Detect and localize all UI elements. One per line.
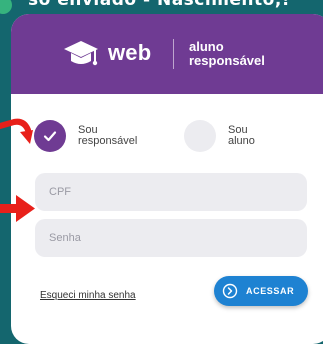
login-header: web aluno responsável: [11, 14, 323, 94]
cpf-input[interactable]: [35, 173, 307, 211]
forgot-password-link[interactable]: Esqueci minha senha: [40, 290, 136, 301]
radio-label-responsavel: Sou responsável: [78, 125, 158, 147]
senha-input[interactable]: [35, 219, 307, 257]
tutorial-caption: so enviado - Nascimento,!: [28, 0, 291, 10]
logo-subtitle-line1: aluno: [189, 39, 224, 54]
radio-circle-selected[interactable]: [34, 120, 66, 152]
graduation-cap-icon: [64, 41, 98, 66]
decorative-dot: [0, 0, 12, 14]
logo-subtitle-line2: responsável: [189, 53, 265, 68]
chevron-right-circle-icon: [222, 283, 238, 299]
radio-label-aluno: Sou aluno: [228, 125, 308, 147]
role-selector: Sou responsável Sou aluno: [34, 120, 314, 160]
radio-sou-aluno[interactable]: Sou aluno: [184, 120, 308, 152]
logo-brand: web: [108, 40, 152, 65]
radio-label-line2: aluno: [228, 135, 255, 147]
red-arrow-icon: [0, 118, 33, 144]
checkmark-icon: [43, 131, 57, 142]
logo-divider: [173, 39, 174, 69]
radio-label-line2: responsável: [78, 135, 138, 147]
logo-subtitle: aluno responsável: [189, 40, 309, 68]
radio-sou-responsavel[interactable]: Sou responsável: [34, 120, 158, 152]
radio-circle-unselected[interactable]: [184, 120, 216, 152]
red-arrow-icon: [0, 195, 35, 222]
login-card: web aluno responsável Sou responsável So…: [11, 14, 323, 344]
acessar-button[interactable]: ACESSAR: [214, 276, 308, 306]
acessar-label: ACESSAR: [246, 286, 295, 296]
